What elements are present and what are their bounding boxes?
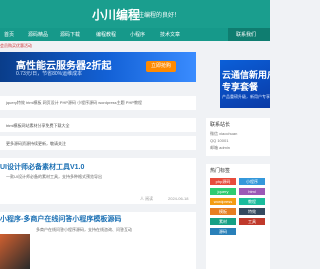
nav-item-home[interactable]: 首页 [4, 31, 14, 38]
tag-item[interactable]: jquery [210, 188, 236, 195]
promo-banner[interactable]: 云通信新用户 专享套餐 产品重磅升级，新用户专享 [220, 60, 270, 108]
promo-line-2: 专享套餐 [222, 82, 259, 92]
sidebar-contact-line: 邮箱 admin [210, 145, 231, 150]
tag-item[interactable]: 素材 [210, 218, 236, 225]
tag-item[interactable]: 教程 [239, 198, 265, 205]
tag-item[interactable]: html [239, 188, 265, 195]
sidebar-contact-line: QQ 10001 [210, 138, 229, 143]
post-1-date: 2024-06-18 [168, 196, 189, 201]
sidebar-tags-title: 热门标签 [210, 168, 231, 174]
info-card-a: html模板网站素材分享免费下载大全 [0, 118, 196, 132]
main-nav: 首页 源码精品 源码下载 编程教程 小程序 技术文章 联系我们 [0, 28, 270, 41]
tag-item[interactable]: 特效 [239, 208, 265, 215]
notice-text[interactable]: 会员购买优惠活动 [0, 43, 32, 49]
post-2-desc: 多商户在线问答小程序源码，支持在线咨询、问答互动 [36, 227, 132, 232]
sidebar-contact: 联系站长 微信 xiaochuan QQ 10001 邮箱 admin [206, 118, 270, 156]
sidebar-contact-title: 联系站长 [210, 122, 231, 128]
tag-item[interactable]: 模板 [210, 208, 236, 215]
tag-item[interactable]: php源码 [210, 178, 236, 185]
promo-line-3: 产品重磅升级，新用户专享 [222, 94, 270, 99]
tag-item[interactable]: wordpress [210, 198, 236, 205]
info-card-b-text[interactable]: 更多源码资源持续更新，敬请关注 [6, 141, 66, 147]
site-tagline: 关注编程的良好！ [132, 13, 181, 19]
post-1-desc: 一款UI设计师必备的素材工具，支持多种格式预览导出 [6, 174, 102, 179]
nav-item-source[interactable]: 源码精品 [28, 31, 48, 38]
info-card-a-text[interactable]: html模板网站素材分享免费下载大全 [6, 123, 70, 129]
post-1-views: 人 阅读 [140, 196, 154, 201]
banner-buy-button[interactable]: 立即抢购 [146, 61, 176, 72]
sidebar-contact-line: 微信 xiaochuan [210, 131, 238, 136]
tag-item[interactable]: 源码 [210, 228, 236, 235]
nav-item-articles[interactable]: 技术文章 [160, 31, 180, 38]
info-card-b: 更多源码资源持续更新，敬请关注 [0, 136, 196, 150]
tag-item[interactable]: 小程序 [239, 178, 265, 185]
banner-subtitle: 0.73元/日，节省80%运维成本 [16, 71, 83, 77]
post-2-thumbnail[interactable] [0, 234, 30, 269]
site-header: 小川编程 关注编程的良好！ [0, 0, 270, 28]
post-1-title[interactable]: UI设计师必备素材工具V1.0 [0, 162, 84, 172]
cloud-server-banner[interactable]: 高性能云服务器2折起 0.73元/日，节省80%运维成本 立即抢购 [0, 52, 196, 82]
nav-item-contact[interactable]: 联系我们 [236, 31, 256, 38]
nav-item-miniapp[interactable]: 小程序 [130, 31, 145, 38]
tags-row: jquery特效 html模板 网页设计 PHP源码 小程序源码 wordpre… [0, 96, 196, 110]
nav-item-tutorial[interactable]: 编程教程 [96, 31, 116, 38]
tags-row-text[interactable]: jquery特效 html模板 网页设计 PHP源码 小程序源码 wordpre… [6, 100, 142, 106]
nav-item-download[interactable]: 源码下载 [60, 31, 80, 38]
sidebar-tags: 热门标签 php源码 小程序 jquery html wordpress 教程 … [206, 164, 270, 269]
post-card-1: UI设计师必备素材工具V1.0 一款UI设计师必备的素材工具，支持多种格式预览导… [0, 158, 196, 204]
tag-item[interactable]: 工具 [239, 218, 265, 225]
post-2-title[interactable]: 小程序-多商户在线问答小程序模板源码 [0, 214, 121, 224]
